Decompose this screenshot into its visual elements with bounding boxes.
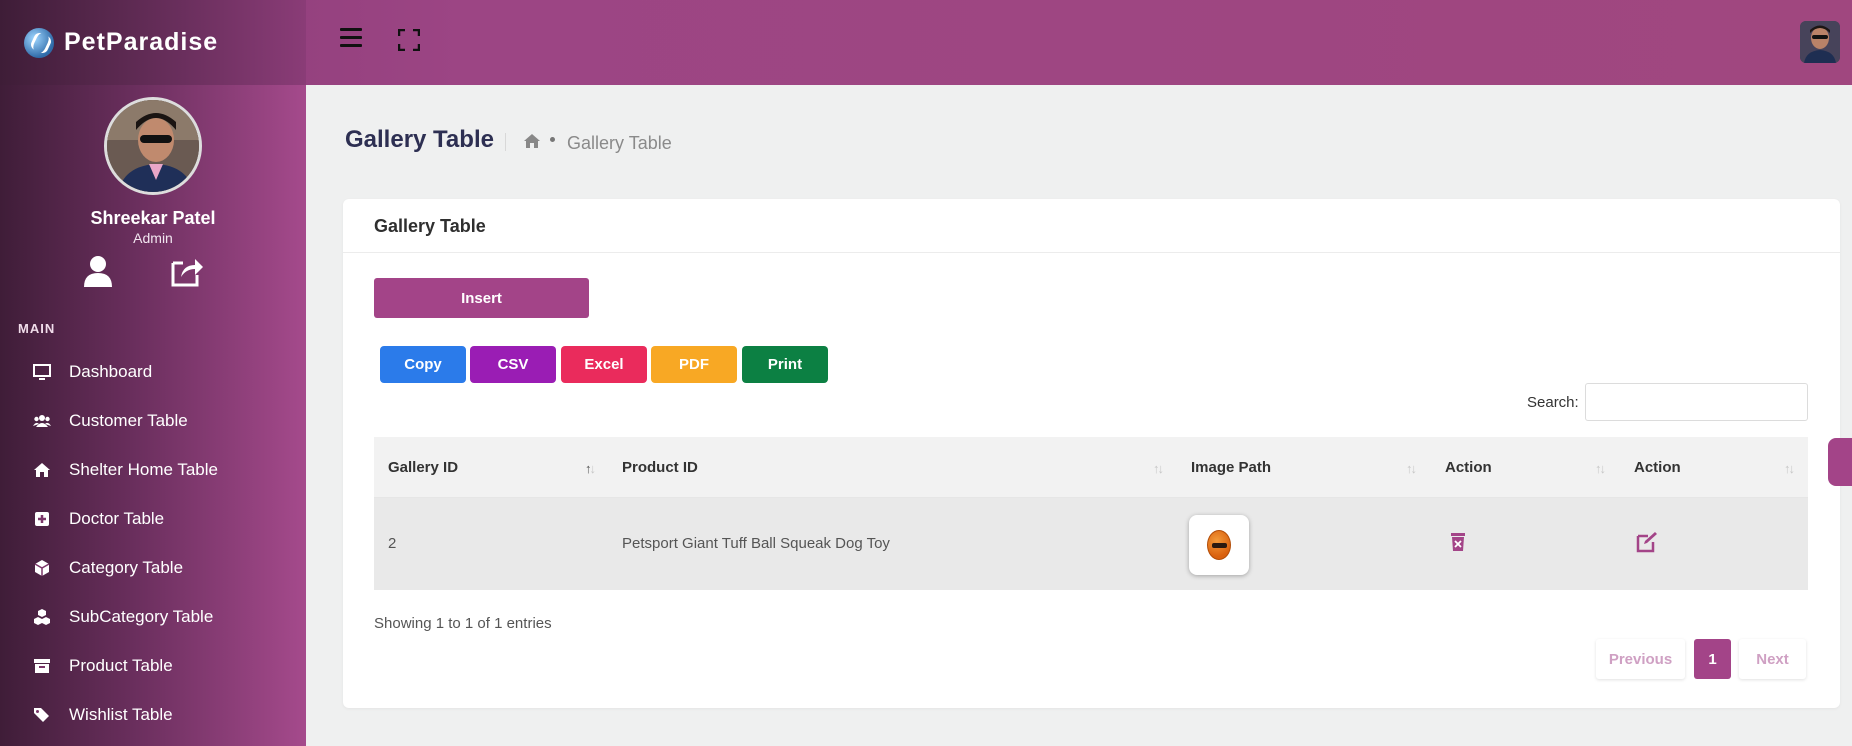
medical-plus-icon	[32, 510, 52, 528]
card-title: Gallery Table	[374, 216, 486, 236]
sidebar-item-wishlist-table[interactable]: Wishlist Table	[0, 690, 306, 739]
cell-product-id: Petsport Giant Tuff Ball Squeak Dog Toy	[622, 535, 890, 552]
sidebar-item-label: Customer Table	[69, 410, 188, 430]
brand-name: PetParadise	[64, 28, 219, 56]
hamburger-icon[interactable]	[340, 28, 362, 50]
sidebar-item-customer-table[interactable]: Customer Table	[0, 396, 306, 445]
excel-button[interactable]: Excel	[561, 346, 647, 383]
breadcrumb-current: Gallery Table	[567, 133, 672, 153]
csv-button[interactable]: CSV	[470, 346, 556, 383]
brand-logo-icon	[24, 27, 54, 58]
home-icon[interactable]	[523, 133, 541, 149]
sort-icon[interactable]: ↑↓	[1784, 461, 1795, 476]
column-header-gallery-id[interactable]: Gallery ID	[388, 459, 458, 476]
sidebar-item-shelter-home-table[interactable]: Shelter Home Table	[0, 445, 306, 494]
user-avatar[interactable]	[1800, 21, 1840, 63]
brand[interactable]: PetParadise	[0, 0, 306, 85]
profile-avatar	[104, 97, 202, 195]
column-header-product-id[interactable]: Product ID	[622, 459, 698, 476]
profile-role: Admin	[133, 230, 173, 246]
delete-icon[interactable]	[1447, 531, 1469, 553]
sidebar-item-label: Product Table	[69, 655, 173, 675]
home-icon	[32, 461, 52, 479]
table-row: 2 Petsport Giant Tuff Ball Squeak Dog To…	[374, 498, 1808, 590]
insert-button[interactable]: Insert	[374, 278, 589, 318]
sidebar-item-subcategory-table[interactable]: SubCategory Table	[0, 592, 306, 641]
table-header: Gallery ID ↑↓ Product ID ↑↓ Image Path ↑…	[374, 437, 1808, 498]
sidebar-item-product-table[interactable]: Product Table	[0, 641, 306, 690]
previous-page-button[interactable]: Previous	[1596, 639, 1685, 679]
cubes-icon	[32, 608, 52, 626]
next-page-button[interactable]: Next	[1739, 639, 1806, 679]
table-info: Showing 1 to 1 of 1 entries	[374, 615, 552, 632]
sidebar-item-label: Wishlist Table	[69, 704, 173, 724]
sort-icon[interactable]: ↑↓	[1406, 461, 1417, 476]
copy-button[interactable]: Copy	[380, 346, 466, 383]
top-bar: PetParadise	[0, 0, 1852, 85]
sort-icon[interactable]: ↑↓	[1595, 461, 1606, 476]
cell-gallery-id: 2	[388, 535, 397, 552]
logout-share-icon[interactable]	[169, 253, 205, 289]
breadcrumb-divider	[505, 133, 506, 151]
sidebar: Shreekar Patel Admin MAIN Dashboard Cust…	[0, 85, 306, 746]
settings-side-tab[interactable]	[1828, 438, 1852, 486]
sidebar-item-label: Doctor Table	[69, 508, 165, 528]
page-title: Gallery Table	[345, 126, 494, 153]
column-header-action[interactable]: Action	[1634, 459, 1681, 476]
sidebar-item-label: Dashboard	[69, 361, 153, 381]
sidebar-item-category-table[interactable]: Category Table	[0, 543, 306, 592]
sidebar-item-doctor-table[interactable]: Doctor Table	[0, 494, 306, 543]
sidebar-section-label: MAIN	[18, 321, 56, 336]
profile-name: Shreekar Patel	[90, 208, 216, 228]
users-icon	[32, 412, 52, 430]
product-thumbnail[interactable]	[1189, 515, 1249, 575]
sidebar-item-label: SubCategory Table	[69, 606, 214, 626]
gallery-card: Gallery Table Insert Copy CSV Excel PDF …	[343, 199, 1840, 708]
page-button-1[interactable]: 1	[1694, 639, 1731, 679]
sidebar-item-dashboard[interactable]: Dashboard	[0, 347, 306, 396]
search-input[interactable]	[1585, 383, 1808, 421]
tags-icon	[32, 706, 52, 724]
sidebar-nav: Dashboard Customer Table Shelter Home Ta…	[0, 347, 306, 739]
card-divider	[343, 252, 1840, 253]
print-button[interactable]: Print	[742, 346, 828, 383]
column-header-action[interactable]: Action	[1445, 459, 1492, 476]
column-header-image-path[interactable]: Image Path	[1191, 459, 1271, 476]
pdf-button[interactable]: PDF	[651, 346, 737, 383]
user-profile-icon[interactable]	[80, 253, 116, 289]
monitor-icon	[32, 363, 52, 381]
cube-icon	[32, 559, 52, 577]
sidebar-item-label: Shelter Home Table	[69, 459, 218, 479]
sidebar-item-label: Category Table	[69, 557, 184, 577]
expand-icon[interactable]	[397, 28, 421, 52]
dog-toy-ball-image	[1207, 530, 1231, 560]
search-label: Search:	[1527, 394, 1579, 411]
sort-icon[interactable]: ↑↓	[585, 461, 596, 476]
sort-icon[interactable]: ↑↓	[1153, 461, 1164, 476]
edit-icon[interactable]	[1636, 531, 1658, 553]
breadcrumb-separator	[550, 137, 555, 142]
archive-icon	[32, 657, 52, 675]
